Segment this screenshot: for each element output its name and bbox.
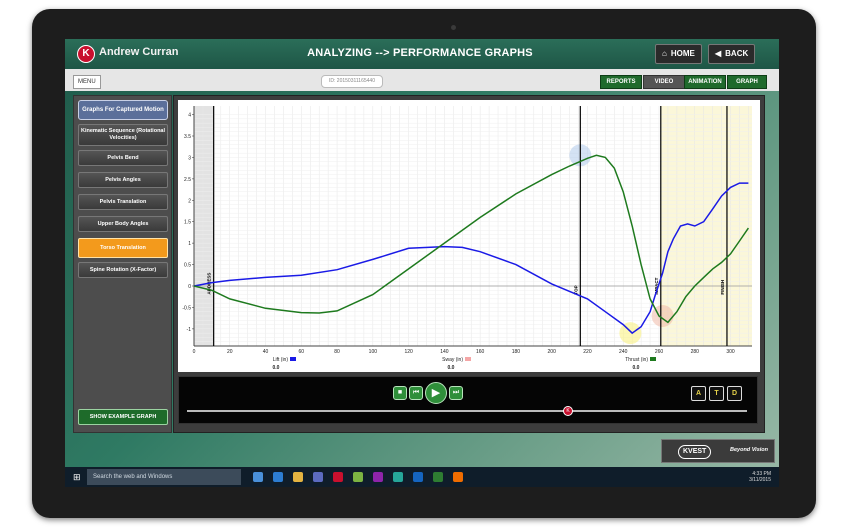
timeline-track[interactable] (187, 410, 747, 412)
x-tick-label: 100 (369, 349, 378, 355)
app-icon-teal[interactable] (393, 472, 403, 482)
app-screen: K Andrew Curran ANALYZING --> PERFORMANC… (65, 39, 779, 487)
y-tick-label: -1 (187, 327, 192, 333)
store-icon[interactable] (313, 472, 323, 482)
y-tick-label: 3 (188, 155, 191, 161)
x-tick-label: 260 (655, 349, 664, 355)
camera-view-a[interactable]: A (691, 386, 706, 401)
y-tick-label: -0.5 (182, 305, 191, 311)
low-point-highlight (619, 322, 642, 345)
legend-label-lift: Lift (in) (273, 357, 289, 363)
home-icon: ⌂ (662, 49, 667, 58)
camera-view-d[interactable]: D (727, 386, 742, 401)
kvest-app-icon[interactable] (333, 472, 343, 482)
legend-value-sway: 0.0 (448, 365, 455, 371)
x-tick-label: 220 (583, 349, 592, 355)
kvest-logo: KVEST (678, 445, 712, 459)
y-tick-label: 2 (188, 198, 191, 204)
legend-label-sway: Sway (in) (442, 357, 463, 363)
stop-button[interactable]: ■ (393, 386, 407, 400)
user-name: Andrew Curran (99, 46, 179, 58)
graph-sidebar: Graphs For Captured Motion Kinematic Seq… (73, 95, 172, 433)
kvest-tagline: Beyond Vision (730, 447, 768, 453)
x-tick-label: 40 (263, 349, 269, 355)
next-frame-button[interactable]: ⏭ (449, 386, 463, 400)
windows-taskbar: ⊞ Search the web and Windows 4:33 PM 3/1… (65, 467, 779, 487)
menu-button[interactable]: MENU (73, 75, 101, 89)
sidebar-item-torso-translation[interactable]: Torso Translation (78, 238, 168, 258)
y-tick-label: 0.5 (184, 263, 191, 269)
app-icon-purple[interactable] (373, 472, 383, 482)
x-tick-label: 140 (440, 349, 449, 355)
legend-value-thrust: 0.0 (633, 365, 640, 371)
x-tick-label: 0 (193, 349, 196, 355)
sidebar-item-kinematic-sequence[interactable]: Kinematic Sequence (Rotational Velocitie… (78, 124, 168, 146)
legend-label-thrust: Thrust (in) (625, 357, 648, 363)
legend-swatch-thrust (650, 357, 656, 361)
app-icon-green[interactable] (353, 472, 363, 482)
timeline-scrubber-handle[interactable]: K (563, 406, 573, 416)
sidebar-item-pelvis-angles[interactable]: Pelvis Angles (78, 172, 168, 188)
home-button[interactable]: ⌂ HOME (655, 44, 702, 64)
y-tick-label: 1 (188, 241, 191, 247)
task-view-icon[interactable] (253, 472, 263, 482)
graph-panel: -1 -0.5 0 0.5 1 1.5 2 2.5 3 3.5 4 0 20 40 60 80 100 120 14… (173, 95, 765, 433)
top-bar: K Andrew Curran ANALYZING --> PERFORMANC… (65, 39, 779, 69)
back-label: BACK (725, 49, 749, 58)
x-tick-label: 240 (619, 349, 628, 355)
y-tick-label: 0 (188, 284, 191, 290)
x-tick-label: 60 (299, 349, 305, 355)
tab-video[interactable]: VIDEO (643, 75, 685, 89)
back-button[interactable]: ◀ BACK (708, 44, 756, 64)
clock-date: 3/11/2015 (749, 477, 771, 483)
y-tick-label: 2.5 (184, 177, 191, 183)
sidebar-item-pelvis-bend[interactable]: Pelvis Bend (78, 150, 168, 166)
session-id: ID: 20150311165440 (321, 75, 383, 88)
x-tick-label: 120 (404, 349, 413, 355)
back-arrow-icon: ◀ (715, 49, 722, 58)
x-tick-label: 80 (334, 349, 340, 355)
x-tick-label: 160 (476, 349, 485, 355)
sidebar-item-pelvis-translation[interactable]: Pelvis Translation (78, 194, 168, 210)
word-icon[interactable] (413, 472, 423, 482)
edge-browser-icon[interactable] (273, 472, 283, 482)
phase-label-finish: FINISH (720, 280, 725, 295)
taskbar-clock: 4:33 PM 3/11/2015 (749, 471, 771, 483)
show-example-graph-button[interactable]: SHOW EXAMPLE GRAPH (78, 409, 168, 425)
tab-graph[interactable]: GRAPH (727, 75, 767, 89)
playback-bar: ■ ⏮ ▶ ⏭ A T D K (178, 376, 758, 424)
sidebar-header: Graphs For Captured Motion (78, 100, 168, 120)
camera-view-t[interactable]: T (709, 386, 724, 401)
k-logo-icon: K (77, 45, 95, 63)
sidebar-item-spine-rotation[interactable]: Spine Rotation (X-Factor) (78, 262, 168, 278)
x-tick-label: 280 (691, 349, 700, 355)
kvest-brand: KVEST Beyond Vision (661, 439, 775, 463)
legend-swatch-lift (290, 357, 296, 361)
y-tick-label: 4 (188, 113, 191, 119)
powerpoint-icon[interactable] (453, 472, 463, 482)
x-tick-label: 20 (227, 349, 233, 355)
windows-start-icon[interactable]: ⊞ (73, 472, 83, 482)
legend-swatch-sway (465, 357, 471, 361)
x-tick-label: 200 (548, 349, 557, 355)
play-button[interactable]: ▶ (425, 382, 447, 404)
tab-reports[interactable]: REPORTS (600, 75, 642, 89)
file-explorer-icon[interactable] (293, 472, 303, 482)
home-label: HOME (670, 49, 695, 58)
camera-dot (451, 25, 456, 30)
performance-chart: -1-0.500.511.522.533.540 20 40 60 80 100 120 14… (178, 100, 760, 372)
sidebar-item-upper-body-angles[interactable]: Upper Body Angles (78, 216, 168, 232)
x-tick-label: 300 (726, 349, 735, 355)
y-tick-label: 1.5 (184, 220, 191, 226)
excel-icon[interactable] (433, 472, 443, 482)
prev-frame-button[interactable]: ⏮ (409, 386, 423, 400)
legend-value-lift: 0.0 (273, 365, 280, 371)
x-tick-label: 180 (512, 349, 521, 355)
tab-animation[interactable]: ANIMATION (684, 75, 726, 89)
page-title: ANALYZING --> PERFORMANCE GRAPHS (307, 47, 533, 59)
taskbar-search-input[interactable]: Search the web and Windows (87, 469, 241, 485)
y-tick-label: 3.5 (184, 134, 191, 140)
